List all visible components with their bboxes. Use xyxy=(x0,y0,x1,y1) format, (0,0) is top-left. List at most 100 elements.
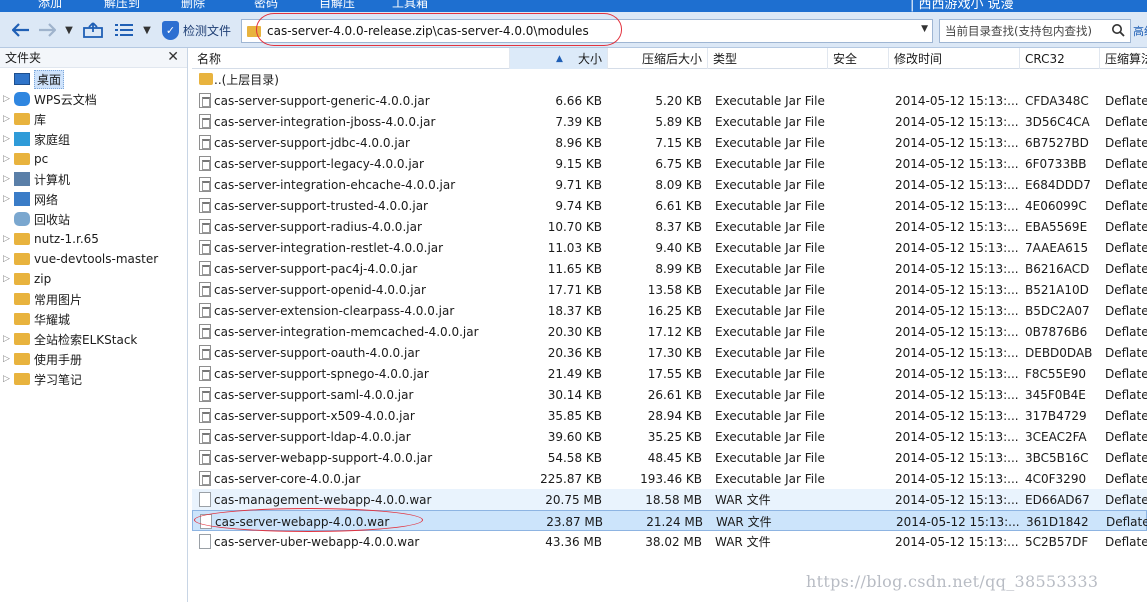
file-type: Executable Jar File xyxy=(715,324,825,339)
ribbon-delete-button[interactable]: 删除 xyxy=(181,0,205,11)
column-type[interactable]: 类型 xyxy=(708,48,828,69)
war-file-icon xyxy=(199,534,211,549)
file-size: 7.39 KB xyxy=(555,114,602,129)
file-row[interactable]: cas-management-webapp-4.0.0.war 20.75 MB 1… xyxy=(192,489,1147,510)
expand-arrow-icon[interactable]: ▷ xyxy=(3,154,11,164)
column-size[interactable]: ▲ 大小 xyxy=(510,48,608,69)
file-row[interactable]: cas-server-support-trusted-4.0.0.jar 9.74… xyxy=(192,195,1147,216)
file-row[interactable]: cas-server-support-oauth-4.0.0.jar 20.36 … xyxy=(192,342,1147,363)
view-dropdown-icon[interactable]: ▼ xyxy=(141,20,153,40)
search-input[interactable]: 当前目录查找(支持包内查找) xyxy=(939,19,1131,43)
expand-arrow-icon[interactable]: ▷ xyxy=(3,94,11,104)
file-row[interactable]: cas-server-integration-restlet-4.0.0.jar… xyxy=(192,237,1147,258)
expand-arrow-icon[interactable]: ▷ xyxy=(3,334,11,344)
ribbon-add-button[interactable]: 添加 xyxy=(38,0,62,11)
file-row[interactable]: cas-server-core-4.0.0.jar 225.87 KB 193.46… xyxy=(192,468,1147,489)
column-name[interactable]: 名称 xyxy=(192,48,510,69)
tree-item[interactable]: ▷ 全站检索ELKStack xyxy=(0,329,186,349)
file-row[interactable]: cas-server-support-openid-4.0.0.jar 17.71… xyxy=(192,279,1147,300)
expand-arrow-icon[interactable]: ▷ xyxy=(3,194,11,204)
tree-item[interactable]: ▷ 计算机 xyxy=(0,169,186,189)
file-row[interactable]: cas-server-support-x509-4.0.0.jar 35.85 K… xyxy=(192,405,1147,426)
tree-item[interactable]: 华耀城 xyxy=(0,309,186,329)
file-row[interactable]: cas-server-integration-ehcache-4.0.0.jar… xyxy=(192,174,1147,195)
tree-item[interactable]: ▷ 使用手册 xyxy=(0,349,186,369)
ribbon-password-button[interactable]: 密码 xyxy=(254,0,278,11)
file-method: Deflate xyxy=(1105,429,1147,444)
expand-arrow-icon[interactable]: ▷ xyxy=(3,234,11,244)
tree-item[interactable]: 桌面 xyxy=(0,69,186,89)
column-packed-size[interactable]: 压缩后大小 xyxy=(608,48,708,69)
file-packed: 6.75 KB xyxy=(655,156,702,171)
tree-item[interactable]: 回收站 xyxy=(0,209,186,229)
tree-item[interactable]: ▷ 家庭组 xyxy=(0,129,186,149)
file-crc: EBA5569E xyxy=(1025,219,1088,234)
file-row[interactable]: cas-server-support-saml-4.0.0.jar 30.14 K… xyxy=(192,384,1147,405)
up-folder-icon[interactable] xyxy=(82,20,104,40)
detect-file-button[interactable]: ✓ 检测文件 xyxy=(162,20,231,40)
file-type: WAR 文件 xyxy=(715,493,771,507)
forward-arrow-icon[interactable] xyxy=(36,20,58,40)
file-method: Deflate xyxy=(1105,219,1147,234)
file-row[interactable]: cas-server-support-pac4j-4.0.0.jar 11.65 … xyxy=(192,258,1147,279)
expand-arrow-icon[interactable]: ▷ xyxy=(3,174,11,184)
ribbon-extract-button[interactable]: 解压到 xyxy=(104,0,140,11)
expand-arrow-icon[interactable]: ▷ xyxy=(3,134,11,144)
tree-item[interactable]: 常用图片 xyxy=(0,289,186,309)
tree-item[interactable]: ▷ 网络 xyxy=(0,189,186,209)
file-row[interactable]: cas-server-support-radius-4.0.0.jar 10.70… xyxy=(192,216,1147,237)
file-row[interactable]: cas-server-uber-webapp-4.0.0.war 43.36 MB… xyxy=(192,531,1147,552)
tree-item[interactable]: ▷ vue-devtools-master xyxy=(0,249,186,269)
advanced-search-link[interactable]: 高级 xyxy=(1133,23,1147,39)
expand-arrow-icon[interactable]: ▷ xyxy=(3,354,11,364)
expand-arrow-icon[interactable]: ▷ xyxy=(3,274,11,284)
file-row[interactable]: cas-server-support-spnego-4.0.0.jar 21.49… xyxy=(192,363,1147,384)
file-size: 9.71 KB xyxy=(555,177,602,192)
file-row[interactable]: cas-server-webapp-support-4.0.0.jar 54.58… xyxy=(192,447,1147,468)
file-row[interactable]: cas-server-support-jdbc-4.0.0.jar 8.96 KB… xyxy=(192,132,1147,153)
file-row[interactable]: cas-server-support-generic-4.0.0.jar 6.66… xyxy=(192,90,1147,111)
ribbon-sfx-button[interactable]: 自解压 xyxy=(319,0,355,11)
jar-file-icon xyxy=(199,387,211,402)
file-modified: 2014-05-12 15:13:... xyxy=(895,429,1019,444)
tree-item-label: pc xyxy=(34,152,49,166)
folder-icon xyxy=(14,353,30,365)
search-icon[interactable] xyxy=(1111,23,1125,37)
tree-item[interactable]: ▷ 学习笔记 xyxy=(0,369,186,389)
column-modified[interactable]: 修改时间 xyxy=(889,48,1020,69)
jar-file-icon xyxy=(199,261,211,276)
close-icon[interactable]: ✕ xyxy=(167,49,179,65)
folder-icon xyxy=(14,233,30,245)
file-row[interactable]: cas-server-integration-memcached-4.0.0.j… xyxy=(192,321,1147,342)
tree-item[interactable]: ▷ zip xyxy=(0,269,186,289)
tree-item[interactable]: ▷ nutz-1.r.65 xyxy=(0,229,186,249)
back-arrow-icon[interactable] xyxy=(10,20,32,40)
file-name: cas-server-core-4.0.0.jar xyxy=(214,471,361,486)
file-list-header: 名称 ▲ 大小 压缩后大小 类型 安全 修改时间 CRC32 压缩算法 xyxy=(192,48,1147,69)
file-row[interactable]: cas-server-extension-clearpass-4.0.0.jar… xyxy=(192,300,1147,321)
column-crc32[interactable]: CRC32 xyxy=(1020,48,1100,69)
file-crc: 3CEAC2FA xyxy=(1025,429,1087,444)
tree-item[interactable]: ▷ 库 xyxy=(0,109,186,129)
ribbon-toolbar: 添加 解压到 删除 密码 自解压 工具箱 | 西西游戏小 说漫 xyxy=(0,0,1147,12)
parent-directory-row[interactable]: ..(上层目录) xyxy=(192,69,1147,90)
history-dropdown-icon[interactable]: ▼ xyxy=(63,20,75,40)
tree-item[interactable]: ▷ pc xyxy=(0,149,186,169)
address-dropdown-icon[interactable]: ▼ xyxy=(921,24,928,34)
file-row[interactable]: cas-server-support-legacy-4.0.0.jar 9.15 … xyxy=(192,153,1147,174)
file-type: WAR 文件 xyxy=(715,535,771,549)
ribbon-tools-button[interactable]: 工具箱 xyxy=(392,0,428,11)
column-security[interactable]: 安全 xyxy=(828,48,889,69)
file-size: 35.85 KB xyxy=(547,408,602,423)
file-row[interactable]: cas-server-support-ldap-4.0.0.jar 39.60 K… xyxy=(192,426,1147,447)
expand-arrow-icon[interactable]: ▷ xyxy=(3,254,11,264)
column-method[interactable]: 压缩算法 xyxy=(1100,48,1147,69)
file-size: 17.71 KB xyxy=(547,282,602,297)
view-list-icon[interactable] xyxy=(113,20,135,40)
file-name: cas-server-extension-clearpass-4.0.0.jar xyxy=(214,303,455,318)
expand-arrow-icon[interactable]: ▷ xyxy=(3,114,11,124)
tree-item[interactable]: ▷ WPS云文档 xyxy=(0,89,186,109)
expand-arrow-icon[interactable]: ▷ xyxy=(3,374,11,384)
file-packed: 17.55 KB xyxy=(647,366,702,381)
file-row[interactable]: cas-server-integration-jboss-4.0.0.jar 7.… xyxy=(192,111,1147,132)
